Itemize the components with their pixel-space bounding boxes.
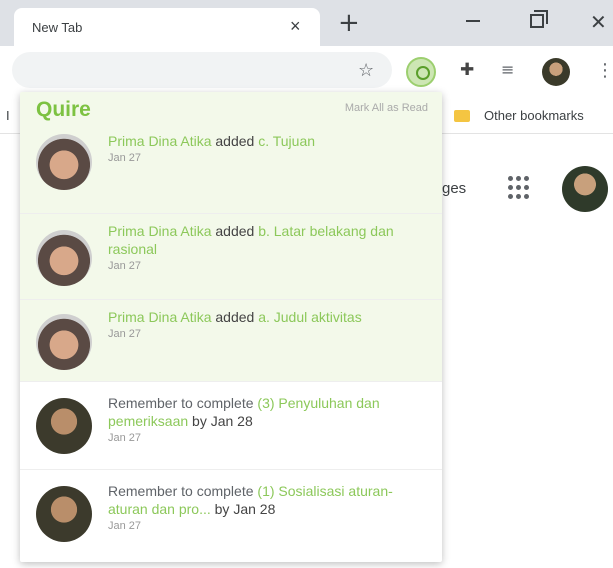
notification-item[interactable]: Remember to complete (3) Penyuluhan dan … <box>20 382 442 470</box>
notification-date: Jan 27 <box>108 260 142 272</box>
notification-item[interactable]: Prima Dina Atika added b. Latar belakang… <box>20 214 442 300</box>
tab-close-icon[interactable]: × <box>290 16 301 37</box>
quire-extension-icon[interactable] <box>406 57 436 87</box>
user-avatar <box>36 134 92 190</box>
due-text: by Jan 28 <box>192 413 253 429</box>
address-bar[interactable] <box>12 52 392 88</box>
user-avatar <box>36 230 92 286</box>
bookmark-partial[interactable]: I <box>6 108 10 123</box>
new-tab-button[interactable]: + <box>338 10 360 36</box>
mark-all-read-link[interactable]: Mark All as Read <box>345 102 428 114</box>
task-link[interactable]: a. Judul aktivitas <box>258 309 362 325</box>
apps-grid-icon[interactable] <box>508 176 532 200</box>
quire-logo: Quire <box>36 98 91 121</box>
notification-date: Jan 27 <box>108 520 142 532</box>
popup-header: Quire Mark All as Read <box>20 92 442 126</box>
notification-date: Jan 27 <box>108 432 142 444</box>
other-bookmarks[interactable]: Other bookmarks <box>484 108 584 123</box>
ntp-images-link[interactable]: ges <box>442 180 466 197</box>
folder-icon <box>454 110 470 122</box>
tab-new-tab[interactable]: New Tab × <box>14 8 320 46</box>
user-link[interactable]: Prima Dina Atika <box>108 309 211 325</box>
quire-notification-popup: Quire Mark All as Read Prima Dina Atika … <box>20 92 442 562</box>
profile-avatar[interactable] <box>542 58 570 86</box>
tab-strip: New Tab × + ✕ <box>0 0 613 46</box>
notification-item[interactable]: Remember to complete (1) Sosialisasi atu… <box>20 470 442 562</box>
puzzle-icon[interactable]: ✚ <box>460 60 474 80</box>
user-avatar <box>36 486 92 542</box>
minimize-icon[interactable] <box>466 20 480 22</box>
due-text: by Jan 28 <box>214 501 276 517</box>
user-avatar <box>36 398 92 454</box>
account-avatar[interactable] <box>562 166 608 212</box>
user-link[interactable]: Prima Dina Atika <box>108 223 211 239</box>
action-verb: added <box>215 223 255 239</box>
notification-date: Jan 27 <box>108 328 142 340</box>
star-icon[interactable]: ☆ <box>358 60 374 81</box>
tab-title: New Tab <box>32 20 83 35</box>
reminder-prefix: Remember to complete <box>108 483 254 499</box>
task-link[interactable]: c. Tujuan <box>258 133 315 149</box>
toolbar: ☆ ✚ ≡ ⋮ <box>0 46 613 98</box>
notification-item[interactable]: Prima Dina Atika added a. Judul aktivita… <box>20 300 442 382</box>
notification-date: Jan 27 <box>108 152 142 164</box>
media-control-icon[interactable]: ≡ <box>501 60 514 79</box>
user-avatar <box>36 314 92 370</box>
reminder-prefix: Remember to complete <box>108 395 254 411</box>
user-link[interactable]: Prima Dina Atika <box>108 133 211 149</box>
notification-item[interactable]: Prima Dina Atika added c. Tujuan Jan 27 <box>20 126 442 214</box>
action-verb: added <box>215 309 255 325</box>
browser-window: New Tab × + ✕ ☆ ✚ ≡ ⋮ I Other bookmarks … <box>0 0 613 568</box>
window-close-icon[interactable]: ✕ <box>590 10 607 35</box>
action-verb: added <box>215 133 255 149</box>
restore-icon[interactable] <box>530 10 548 28</box>
menu-icon[interactable]: ⋮ <box>596 60 613 81</box>
